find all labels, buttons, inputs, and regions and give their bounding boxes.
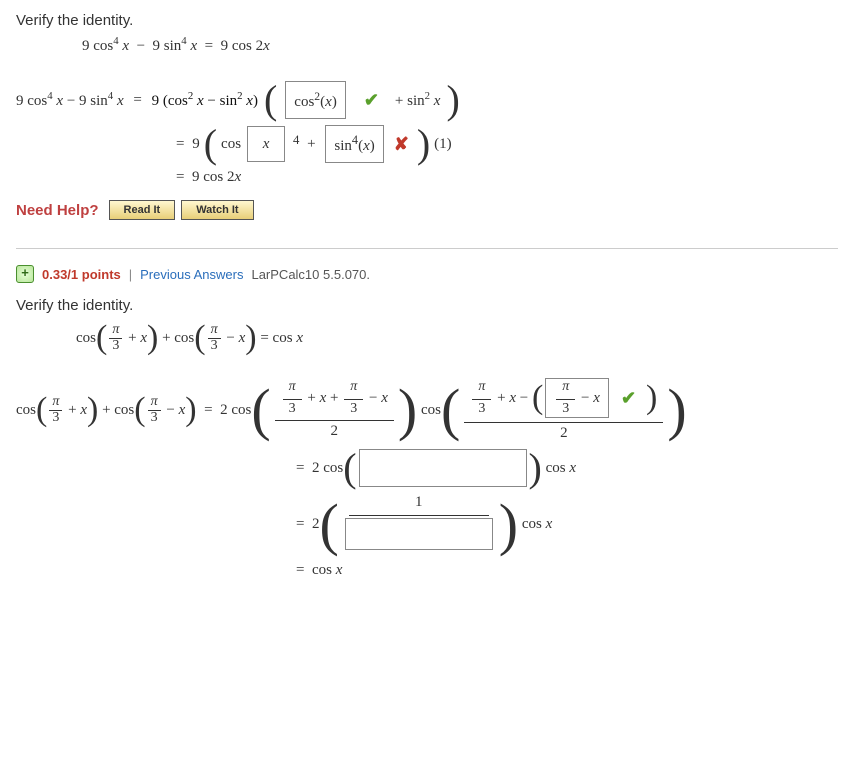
frac-arg1: π3 + x + π3 − x 2 <box>275 380 394 440</box>
check-icon: ✔ <box>364 90 379 111</box>
q1-container: Verify the identity. 9 cos4 x − 9 sin4 x… <box>16 12 838 220</box>
source-label: LarPCalc10 5.5.070. <box>251 267 370 282</box>
check-icon: ✔ <box>621 388 636 409</box>
q1-input2[interactable]: sin4(x) <box>325 125 383 163</box>
frac-arg2: π3 + x − ( π3 − x ✔ ) 2 <box>464 378 663 442</box>
q2-input3[interactable] <box>345 518 493 550</box>
read-it-button[interactable]: Read It <box>109 200 176 220</box>
q2-prompt: Verify the identity. <box>16 297 838 314</box>
divider <box>16 248 838 249</box>
need-help-label: Need Help? <box>16 202 99 219</box>
q2-line2: = 2 cos ( ) cos x <box>16 442 838 494</box>
q1-prompt: Verify the identity. <box>16 12 838 29</box>
q2-line4: = cos x <box>16 555 838 585</box>
expand-icon[interactable]: + <box>16 265 34 283</box>
q1-step1: 9 cos4 x − 9 sin4 x = 9 (cos2 x − sin2 x… <box>16 81 838 119</box>
q2-identity: cos( π3 + x) + cos( π3 − x) = cos x <box>16 322 838 354</box>
sep: | <box>129 267 132 282</box>
q1-cos-arg-box[interactable]: x <box>247 126 285 162</box>
q2-header: + 0.33/1 points | Previous Answers LarPC… <box>16 265 838 283</box>
previous-answers-link[interactable]: Previous Answers <box>140 267 243 282</box>
q2-input1[interactable]: π3 − x <box>545 378 609 418</box>
q1-step2: = 9 ( cos x 4 + sin4(x) ✘ ) (1) <box>16 125 838 163</box>
points-label: 0.33/1 points <box>42 267 121 282</box>
q2-line1: cos( π3 + x) + cos( π3 − x) = 2 cos ( π3… <box>16 378 838 442</box>
q1-input1[interactable]: cos2(x) <box>285 81 346 119</box>
q2-container: + 0.33/1 points | Previous Answers LarPC… <box>16 265 838 585</box>
cross-icon: ✘ <box>394 134 409 155</box>
q2-line3: = 2 ( 1 ) cos x <box>16 494 838 555</box>
q2-input2[interactable] <box>359 449 527 487</box>
q1-identity: 9 cos4 x − 9 sin4 x = 9 cos 2x <box>16 35 838 55</box>
need-help-row: Need Help? Read It Watch It <box>16 200 838 220</box>
frac-half: 1 <box>343 494 495 555</box>
q1-step3: = 9 cos 2x <box>16 169 838 186</box>
watch-it-button[interactable]: Watch It <box>181 200 253 220</box>
